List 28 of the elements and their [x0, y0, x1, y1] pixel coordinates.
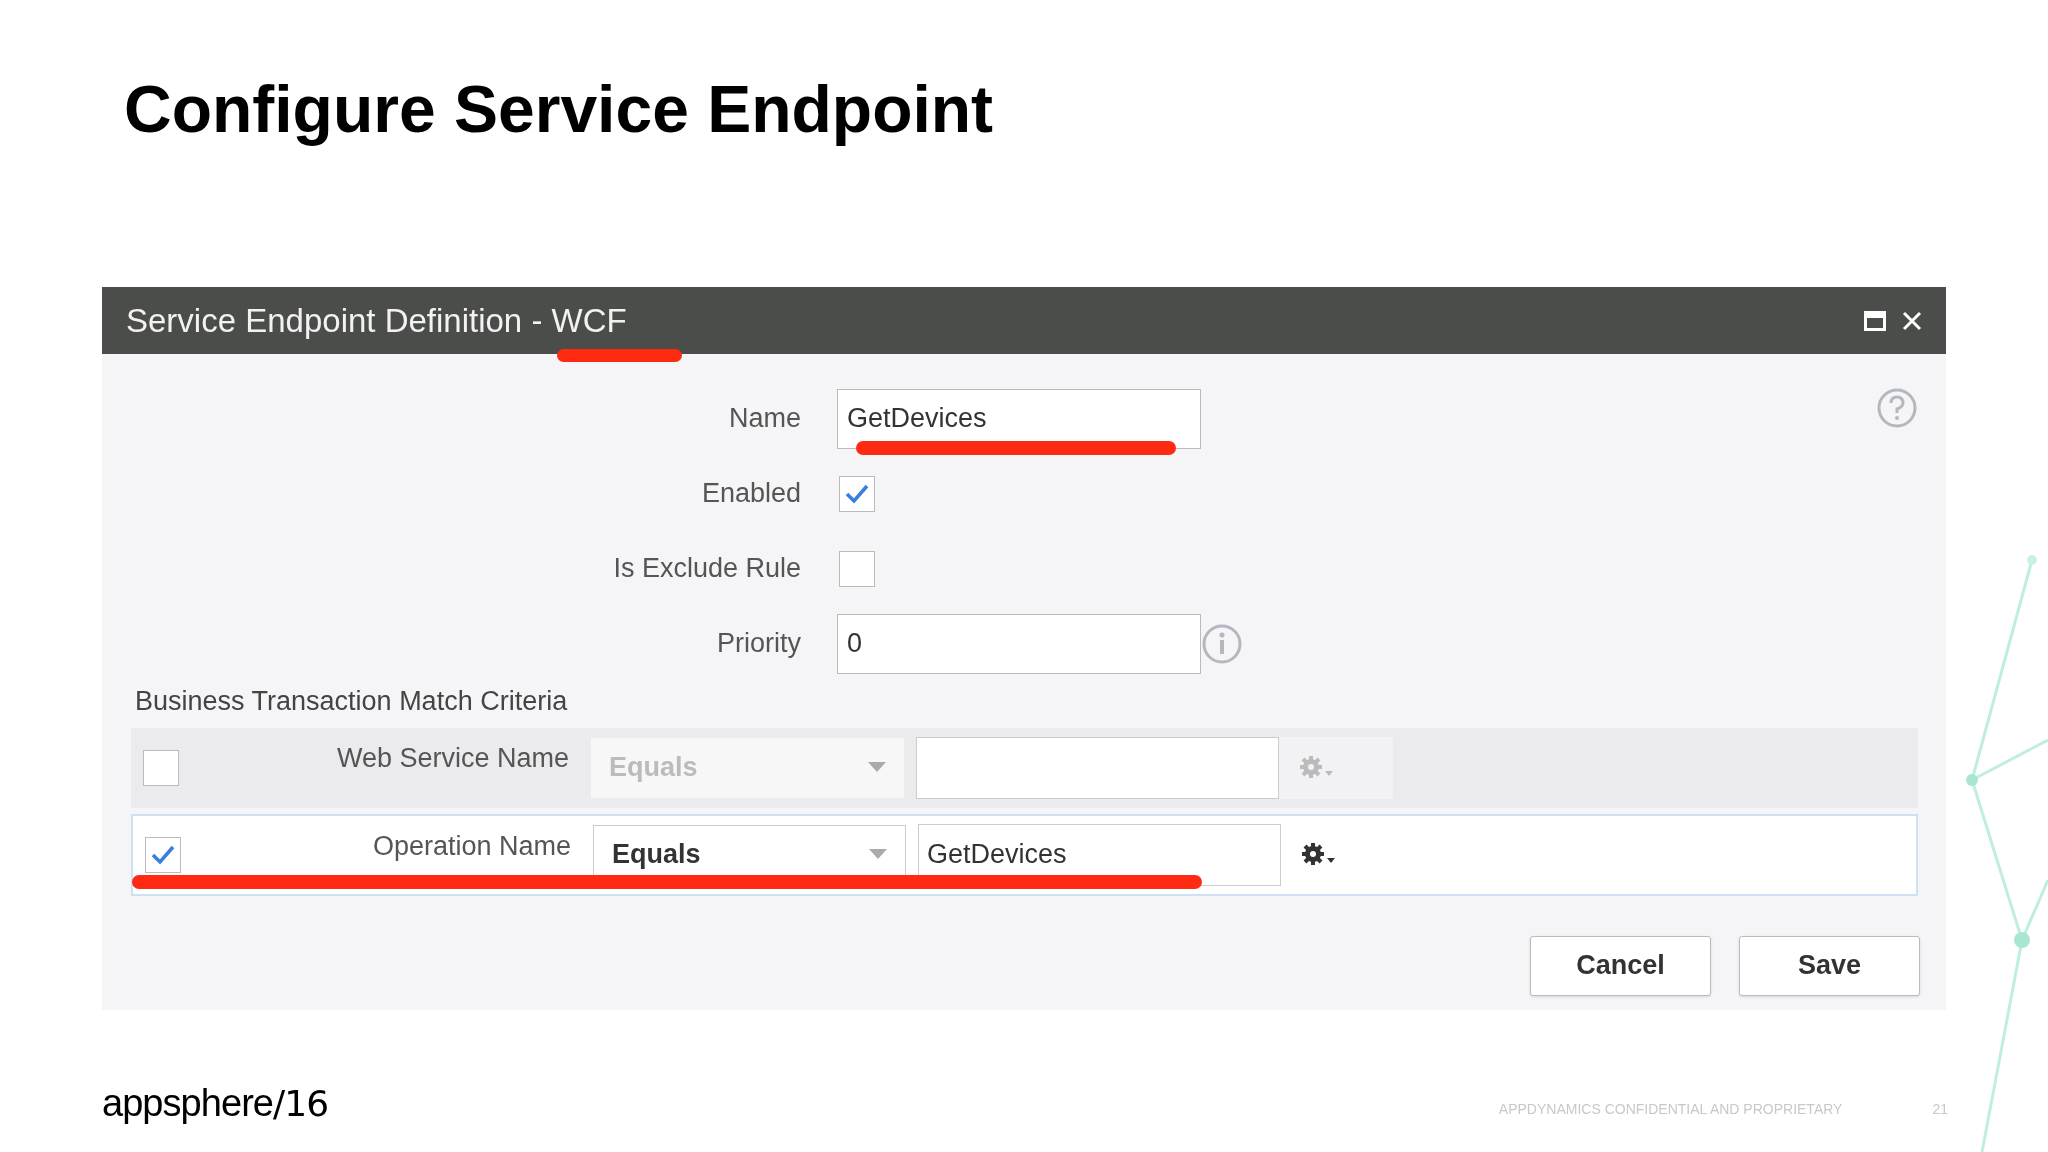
maximize-icon[interactable]	[1864, 310, 1886, 331]
dialog-title: Service Endpoint Definition - WCF	[126, 300, 627, 341]
field-label: Is Exclude Rule	[612, 552, 802, 586]
checkmark-icon	[150, 843, 176, 866]
close-icon[interactable]	[1902, 310, 1922, 331]
checkbox[interactable]	[839, 475, 875, 512]
checkbox[interactable]	[143, 749, 179, 786]
input-field[interactable]: GetDevices	[837, 388, 1201, 449]
value-field[interactable]	[916, 736, 1279, 799]
dialog-button[interactable]: Cancel	[1530, 935, 1711, 996]
checkmark-icon	[844, 482, 870, 505]
field-label: Name	[727, 402, 802, 436]
criteria-label: Operation Name	[371, 829, 572, 863]
info-icon[interactable]	[1201, 622, 1243, 665]
caret-icon	[868, 761, 886, 774]
section-title: Business Transaction Match Criteria	[135, 685, 568, 718]
logo-suffix: /16	[273, 1086, 329, 1122]
input-field[interactable]: 0	[837, 613, 1201, 674]
criteria-label: Web Service Name	[335, 741, 570, 775]
dialog-button[interactable]: Save	[1739, 935, 1920, 996]
checkbox[interactable]	[145, 836, 181, 873]
gear-menu-icon[interactable]	[1301, 841, 1337, 868]
help-icon[interactable]	[1876, 387, 1918, 429]
checkbox[interactable]	[839, 550, 875, 587]
caret-icon	[869, 848, 887, 861]
field-label: Enabled	[700, 477, 802, 511]
logo-wordmark: appsphere	[102, 1084, 274, 1122]
field-label: Priority	[716, 627, 802, 661]
